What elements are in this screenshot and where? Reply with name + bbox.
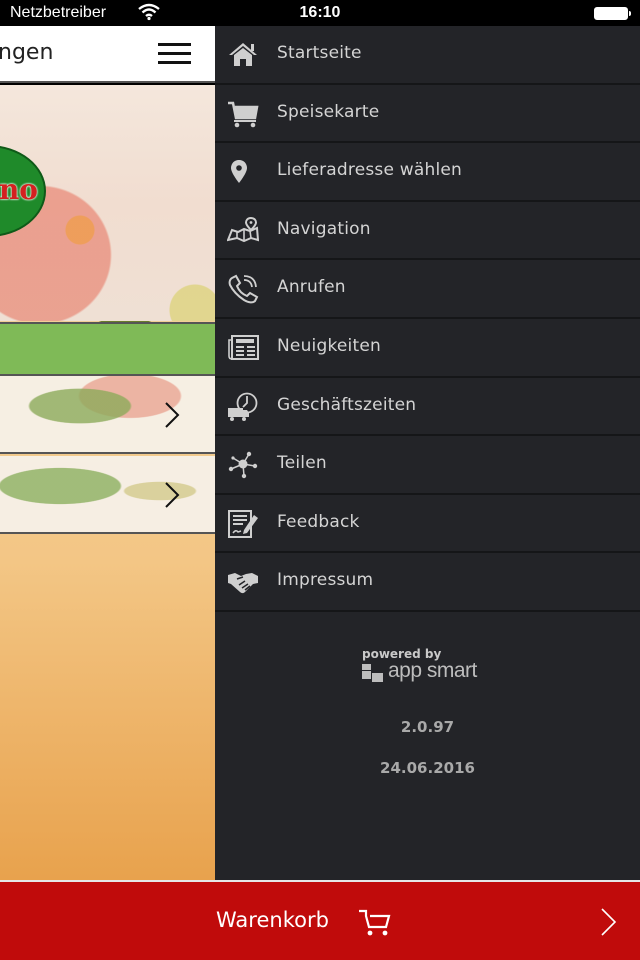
feedback-form-icon: [227, 509, 259, 539]
chevron-right-icon: [164, 482, 180, 508]
menu-item-label: Geschäftszeiten: [277, 394, 417, 415]
clock: 16:10: [299, 4, 341, 21]
menu-item-label: Speisekarte: [277, 101, 380, 122]
menu-item-anrufen[interactable]: Anrufen: [215, 260, 640, 319]
menu-item-speisekarte[interactable]: Speisekarte: [215, 85, 640, 144]
menu-item-label: Neuigkeiten: [277, 336, 381, 356]
menu-item-impressum[interactable]: Impressum: [215, 553, 640, 612]
newspaper-icon: [227, 333, 259, 363]
build-date: 24.06.2016: [380, 759, 475, 777]
menu-item-label: Teilen: [277, 453, 327, 474]
menu-item-label: Lieferadresse wählen: [277, 160, 462, 181]
list-item[interactable]: [0, 456, 215, 534]
cart-button[interactable]: Warenkorb: [0, 880, 640, 960]
menu-item-teilen[interactable]: Teilen: [215, 436, 640, 495]
restaurant-logo: no: [0, 145, 46, 237]
menu-item-startseite[interactable]: Startseite: [215, 26, 640, 85]
phone-icon: [227, 274, 259, 304]
location-pin-icon: [227, 157, 259, 187]
menu-item-neuigkeiten[interactable]: Neuigkeiten: [215, 319, 640, 378]
menu-item-feedback[interactable]: Feedback: [215, 495, 640, 554]
app-version: 2.0.97: [400, 718, 455, 736]
chevron-right-icon: [164, 402, 180, 428]
page-header: ngen: [0, 26, 215, 83]
page-title: ngen: [0, 40, 54, 65]
chevron-right-icon: [600, 907, 618, 937]
background-page: ngen no: [0, 26, 215, 880]
status-bar: Netzbetreiber 16:10: [0, 0, 640, 26]
menu-item-label: Feedback: [277, 511, 360, 532]
menu-item-label: Startseite: [277, 43, 362, 63]
cart-label: Warenkorb: [216, 908, 329, 932]
logo-text: no: [0, 173, 38, 206]
menu-item-lieferadresse[interactable]: Lieferadresse wählen: [215, 143, 640, 202]
list-item[interactable]: [0, 376, 215, 454]
handshake-icon: [227, 567, 259, 597]
appsmart-logo-mark-icon: [362, 664, 384, 684]
cart-outline-icon: [358, 907, 392, 937]
side-drawer-menu: Startseite Speisekarte Lieferadresse wäh…: [215, 26, 640, 880]
delivery-clock-icon: [227, 392, 259, 422]
appsmart-brand-name: app smart: [388, 659, 477, 682]
home-icon: [227, 40, 259, 70]
map-icon: [226, 216, 260, 246]
share-icon: [227, 450, 259, 480]
menu-item-label: Impressum: [277, 570, 374, 591]
hamburger-icon[interactable]: [158, 43, 191, 65]
menu-item-geschaeftszeiten[interactable]: Geschäftszeiten: [215, 378, 640, 437]
green-action-bar[interactable]: [0, 322, 215, 376]
menu-item-label: Anrufen: [277, 277, 346, 298]
hero-banner-image: no: [0, 85, 215, 321]
menu-item-navigation[interactable]: Navigation: [215, 202, 640, 261]
menu-item-label: Navigation: [277, 218, 371, 239]
cart-icon: [227, 99, 259, 129]
battery-icon: [594, 7, 631, 20]
appsmart-logo[interactable]: app smart: [362, 659, 502, 687]
